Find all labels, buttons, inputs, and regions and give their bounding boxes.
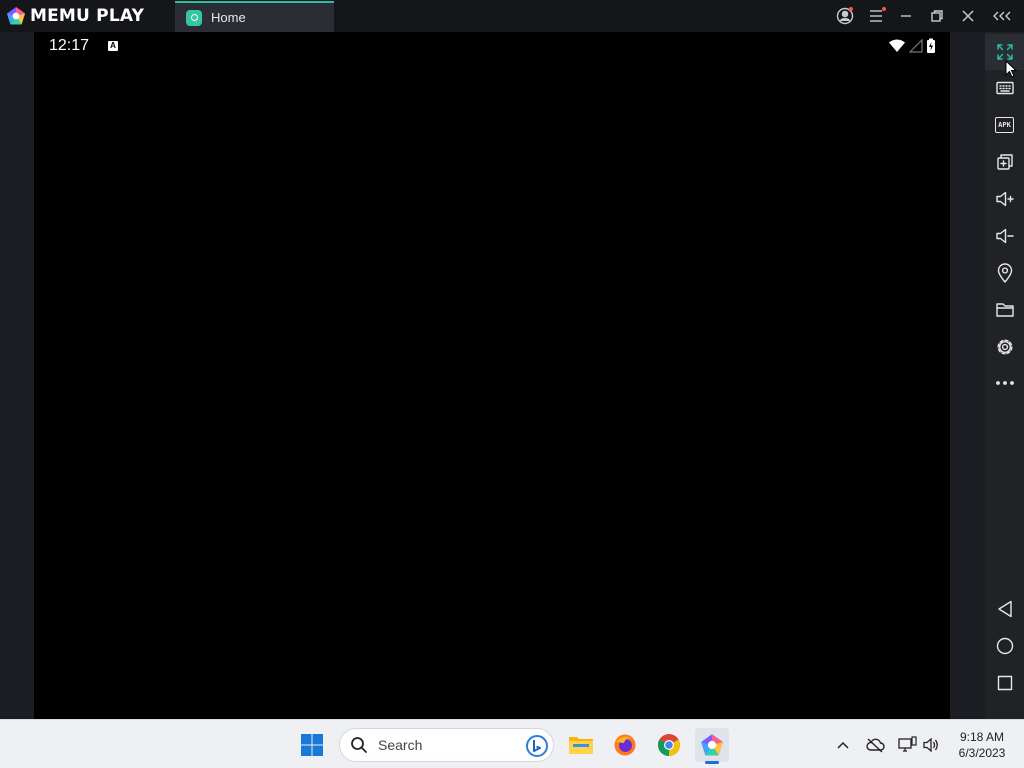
- show-hidden-icons-button[interactable]: [828, 728, 858, 762]
- home-circle-icon: [996, 637, 1013, 655]
- triple-chevron-left-icon: [993, 11, 1011, 21]
- location-button[interactable]: [985, 255, 1024, 291]
- android-system-icons: [888, 38, 936, 54]
- account-button[interactable]: [832, 4, 858, 28]
- minimize-icon: [901, 15, 911, 17]
- emulator-toolbar: APK: [985, 32, 1024, 719]
- tab-home-label: Home: [211, 10, 246, 25]
- taskbar-clock[interactable]: 9:18 AM 6/3/2023: [944, 729, 1020, 761]
- android-home-button[interactable]: [985, 628, 1024, 664]
- app-brand-name: MEMU PLAY: [30, 6, 145, 26]
- taskbar-search-box[interactable]: Search: [339, 728, 554, 762]
- back-triangle-icon: [997, 600, 1012, 618]
- wifi-icon: [889, 39, 905, 52]
- volume-up-button[interactable]: [985, 181, 1024, 217]
- fullscreen-icon: [996, 44, 1013, 60]
- windows-taskbar: Search 9:18 AM 6/3/2023: [0, 719, 1024, 768]
- firefox-icon: [614, 734, 636, 756]
- mouse-cursor-icon: [1005, 60, 1017, 78]
- search-icon: [351, 737, 367, 753]
- restore-icon: [931, 10, 943, 22]
- keyboard-icon: [995, 81, 1014, 95]
- left-margin: [0, 32, 34, 719]
- apk-icon-label: APK: [998, 121, 1011, 129]
- taskbar-time: 9:18 AM: [959, 730, 1005, 744]
- title-bar: MEMU PLAY Home: [0, 0, 1024, 32]
- memu-emulator-window: MEMU PLAY Home 12:17 A APK Search 9:18 A…: [0, 0, 1024, 768]
- memu-logo-icon: [7, 7, 25, 25]
- restore-button[interactable]: [924, 4, 950, 28]
- bing-chat-icon: [526, 735, 548, 757]
- memu-taskbar-button[interactable]: [695, 728, 729, 762]
- more-icon: [995, 381, 1014, 385]
- notification-dot: [849, 7, 853, 11]
- apk-icon: APK: [995, 117, 1014, 133]
- notification-dot: [882, 7, 886, 11]
- windows-logo-icon: [301, 734, 323, 756]
- shared-folder-button[interactable]: [985, 292, 1024, 328]
- file-explorer-button[interactable]: [564, 728, 598, 762]
- minimize-button[interactable]: [893, 4, 919, 28]
- active-app-indicator: [705, 761, 719, 764]
- start-button[interactable]: [295, 728, 329, 762]
- android-clock: 12:17: [49, 37, 90, 54]
- volume-up-icon: [995, 191, 1014, 207]
- volume-down-button[interactable]: [985, 218, 1024, 254]
- install-apk-button[interactable]: APK: [985, 107, 1024, 143]
- volume-down-icon: [995, 228, 1014, 244]
- search-label: Search: [378, 737, 423, 753]
- settings-button[interactable]: [985, 329, 1024, 365]
- chrome-icon: [658, 734, 680, 756]
- multi-instance-icon: [996, 154, 1013, 170]
- hamburger-menu-icon: [870, 10, 882, 22]
- cellular-signal-icon: [909, 39, 923, 53]
- gear-icon: [996, 339, 1013, 355]
- chevron-up-icon: [837, 741, 849, 749]
- tab-home[interactable]: Home: [175, 1, 334, 32]
- network-icon: [898, 736, 917, 752]
- collapse-toolbar-button[interactable]: [990, 4, 1016, 28]
- close-button[interactable]: [955, 4, 981, 28]
- chrome-button[interactable]: [652, 728, 686, 762]
- close-icon: [962, 10, 974, 22]
- speaker-icon: [923, 737, 938, 753]
- android-status-bar: 12:17 A: [34, 32, 950, 58]
- android-recents-button[interactable]: [985, 665, 1024, 701]
- onedrive-button[interactable]: [860, 728, 890, 762]
- location-pin-icon: [997, 263, 1012, 283]
- volume-button[interactable]: [918, 728, 944, 762]
- right-margin: [950, 32, 985, 719]
- more-button[interactable]: [985, 365, 1024, 401]
- app-logo: MEMU PLAY: [0, 0, 170, 32]
- firefox-button[interactable]: [608, 728, 642, 762]
- battery-charging-icon: [927, 38, 935, 53]
- recents-square-icon: [997, 675, 1012, 691]
- file-explorer-icon: [569, 737, 593, 754]
- taskbar-date: 6/3/2023: [958, 746, 1006, 760]
- folder-icon: [995, 303, 1014, 317]
- memu-app-icon: [701, 734, 723, 756]
- home-app-icon: [186, 9, 202, 26]
- ime-indicator-icon: A: [108, 41, 118, 51]
- android-back-button[interactable]: [985, 591, 1024, 627]
- menu-button[interactable]: [863, 4, 889, 28]
- cloud-offline-icon: [866, 738, 885, 753]
- android-screen[interactable]: 12:17 A: [34, 32, 950, 719]
- multi-instance-button[interactable]: [985, 144, 1024, 180]
